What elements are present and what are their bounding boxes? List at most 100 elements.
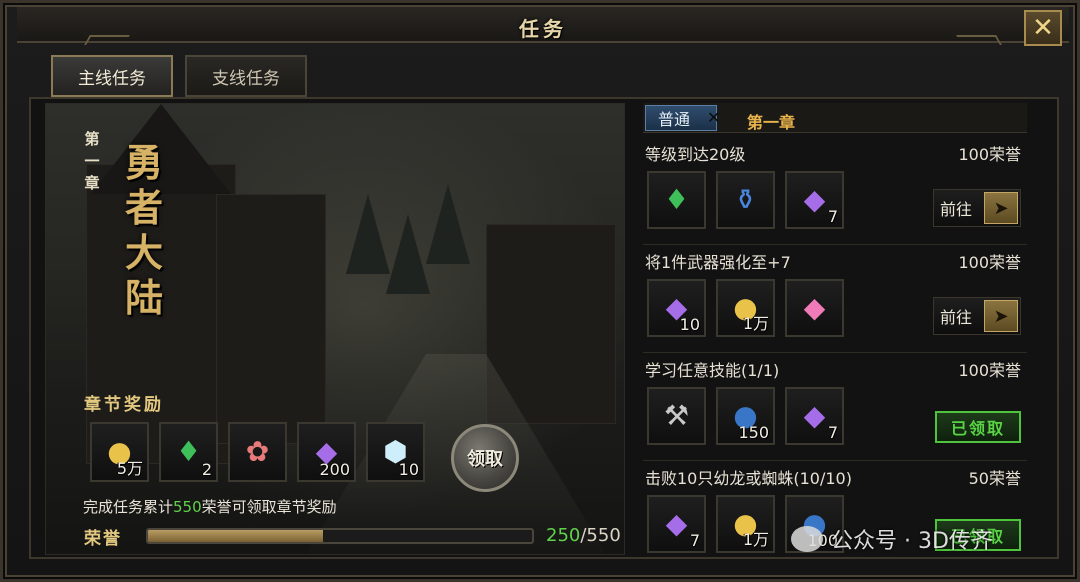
task-reward-slot[interactable]: ⚱ [716,171,775,229]
goto-button[interactable]: 前往 ➤ [933,189,1021,227]
scene-tree-1 [346,194,390,274]
task-window: 任务 ✕ 主线任务 支线任务 第 一 章 勇 者 大 陆 章节奖励 ● 5万 ♦… [0,0,1080,582]
item-quantity: 10 [398,460,419,479]
task-list-panel: 普通 ✕ 第一章 等级到达20级 100荣誉 ♦ ⚱ ◆ 7 前往 ➤ 将1件武器… [643,103,1027,555]
chapter-panel: 第 一 章 勇 者 大 陆 章节奖励 ● 5万 ♦ 2 ✿ ◆ 200 ⬢ 10… [45,103,625,555]
green-potion-icon: ♦ [663,183,690,216]
task-reward-slot[interactable]: ⚒ [647,387,706,445]
item-quantity: 7 [827,423,838,442]
task-reward-slot[interactable]: ● 1万 [716,279,775,337]
item-quantity: 5万 [116,459,143,478]
chapter-reward-slots: ● 5万 ♦ 2 ✿ ◆ 200 ⬢ 10 [90,422,425,482]
task-name: 等级到达20级 [645,145,746,164]
task-honor: 100荣誉 [958,145,1021,164]
close-button[interactable]: ✕ [1024,10,1062,46]
arrow-icon: ➤ [984,300,1018,332]
task-reward-slot[interactable]: ◆ 7 [785,171,844,229]
task-name: 击败10只幼龙或蜘蛛(10/10) [645,469,852,488]
task-row: 学习任意技能(1/1) 100荣誉 ⚒ ● 150 ◆ 7 已领取 [643,353,1027,461]
axe-icon: ⚒ [663,399,690,432]
item-quantity: 7 [827,207,838,226]
honor-count: 250/550 [546,525,621,546]
blue-potion-icon: ⚱ [733,183,758,216]
honor-max: /550 [580,525,621,546]
honor-label: 荣誉 [84,529,122,549]
task-reward-slot[interactable]: ● 150 [716,387,775,445]
task-reward-slot[interactable]: ◆ 10 [647,279,706,337]
task-reward-slot[interactable]: ◆ 7 [647,495,706,553]
purple-gem-icon: ◆ [803,399,826,432]
chapter-reward-title: 章节奖励 [84,395,164,415]
watermark-text: 公众号 · 3D传齐 [831,529,993,554]
task-reward-slot[interactable]: ◆ [785,279,844,337]
purple-gem-icon: ◆ [665,507,688,540]
task-reward-slots: ♦ ⚱ ◆ 7 [647,171,844,229]
honor-progress-fill [148,530,323,542]
tab-separator-icon: ✕ [707,108,721,127]
tab-main-quest[interactable]: 主线任务 [51,55,173,97]
reward-slot[interactable]: ⬢ 10 [366,422,425,482]
goto-label: 前往 [940,200,973,219]
window-title: 任务 [519,17,567,41]
content-area: 第 一 章 勇 者 大 陆 章节奖励 ● 5万 ♦ 2 ✿ ◆ 200 ⬢ 10… [29,97,1059,559]
item-quantity: 150 [738,423,769,442]
chapter-title: 勇 者 大 陆 [120,140,168,320]
task-name: 将1件武器强化至+7 [645,253,791,272]
reward-slot[interactable]: ● 5万 [90,422,149,482]
task-reward-slot[interactable]: ♦ [647,171,706,229]
close-icon: ✕ [1032,13,1054,43]
item-quantity: 200 [319,460,350,479]
chapter-char: 一 [84,152,100,170]
item-quantity: 1万 [742,314,769,333]
honor-progress-bar [146,528,534,544]
wechat-icon [791,526,823,552]
purple-gem-icon: ◆ [803,183,826,216]
chapter-title-char: 大 [124,230,163,275]
task-honor: 100荣誉 [958,253,1021,272]
item-quantity: 7 [689,531,700,550]
green-potion-icon: ♦ [175,435,202,468]
item-quantity: 2 [201,460,212,479]
pink-creature-icon: ✿ [245,435,270,468]
chapter-title-char: 者 [124,185,163,230]
chapter-char: 第 [84,130,100,148]
task-row: 将1件武器强化至+7 100荣誉 ◆ 10 ● 1万 ◆ 前往 ➤ [643,245,1027,353]
reward-slot[interactable]: ♦ 2 [159,422,218,482]
scene-house-mid [216,194,326,444]
chapter-char: 章 [84,174,100,192]
title-ornament-right [956,35,1002,45]
pink-gem-icon: ◆ [803,291,826,324]
watermark: 公众号 · 3D传齐 [791,523,993,555]
item-quantity: 10 [679,315,700,334]
hint-value: 550 [173,498,202,516]
reward-slot[interactable]: ✿ [228,422,287,482]
task-reward-slot[interactable]: ◆ 7 [785,387,844,445]
task-reward-slots: ⚒ ● 150 ◆ 7 [647,387,844,445]
item-quantity: 1万 [742,530,769,549]
chapter-title-char: 陆 [124,275,163,320]
chapter-tab-bar: 普通 ✕ 第一章 [643,103,1027,133]
scene-tree-2 [386,214,430,294]
chapter-title-char: 勇 [124,140,163,185]
chapter-reward-hint: 完成任务累计550荣誉可领取章节奖励 [83,496,337,517]
title-bar: 任务 [17,7,1069,45]
arrow-icon: ➤ [984,192,1018,224]
task-honor: 100荣誉 [958,361,1021,380]
task-reward-slot[interactable]: ● 1万 [716,495,775,553]
hint-suffix: 荣誉可领取章节奖励 [201,498,337,516]
reward-slot[interactable]: ◆ 200 [297,422,356,482]
scene-tree-3 [426,184,470,264]
goto-label: 前往 [940,308,973,327]
task-honor: 50荣誉 [968,469,1021,488]
task-name: 学习任意技能(1/1) [645,361,780,380]
task-reward-slots: ◆ 10 ● 1万 ◆ [647,279,844,337]
hint-prefix: 完成任务累计 [83,498,174,516]
task-row: 等级到达20级 100荣誉 ♦ ⚱ ◆ 7 前往 ➤ [643,137,1027,245]
chapter-number: 第 一 章 [82,128,102,194]
honor-current: 250 [546,525,581,546]
claim-chapter-reward-button[interactable]: 领取 [451,424,519,492]
goto-button[interactable]: 前往 ➤ [933,297,1021,335]
tab-chapter[interactable]: 第一章 [747,109,795,133]
tab-side-quest[interactable]: 支线任务 [185,55,307,97]
claimed-button[interactable]: 已领取 [935,411,1021,443]
